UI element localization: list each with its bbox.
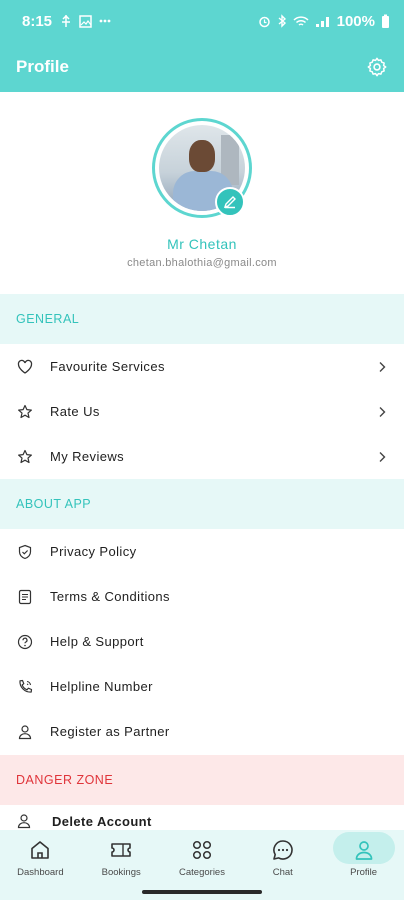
- section-about-header: ABOUT APP: [0, 479, 404, 529]
- menu-item-privacy-policy[interactable]: Privacy Policy: [0, 529, 404, 574]
- usb-icon: [62, 14, 71, 27]
- section-danger-header: DANGER ZONE: [0, 755, 404, 805]
- ticket-icon: [111, 843, 131, 857]
- chat-icon: [272, 840, 293, 860]
- menu-item-label: Rate Us: [50, 404, 100, 419]
- status-bar: 8:15 100%: [0, 0, 404, 42]
- bluetooth-icon: [278, 14, 286, 28]
- section-title: DANGER ZONE: [16, 773, 114, 787]
- section-title: GENERAL: [16, 312, 80, 326]
- chevron-right-icon: [379, 451, 386, 462]
- edit-avatar-button[interactable]: [215, 187, 245, 217]
- menu-item-label: Terms & Conditions: [50, 589, 170, 604]
- gesture-bar-area: [0, 886, 404, 900]
- user-icon: [18, 724, 32, 739]
- phone-icon: [19, 679, 33, 693]
- home-icon: [31, 841, 50, 859]
- menu-item-label: Helpline Number: [50, 679, 153, 694]
- page-title: Profile: [16, 57, 69, 76]
- user-name: Mr Chetan: [167, 236, 237, 252]
- menu-item-register-partner[interactable]: Register as Partner: [0, 709, 404, 754]
- menu-item-label: Register as Partner: [50, 724, 170, 739]
- user-email: chetan.bhalothia@gmail.com: [127, 257, 277, 269]
- chevron-right-icon: [379, 406, 386, 417]
- app-bar: Profile: [0, 42, 404, 92]
- nav-profile[interactable]: Profile: [323, 830, 404, 886]
- user-icon: [355, 841, 372, 860]
- star-icon: [18, 404, 32, 418]
- nav-label: Chat: [272, 867, 293, 878]
- nav-categories[interactable]: Categories: [162, 830, 243, 886]
- home-gesture-handle[interactable]: [142, 890, 262, 894]
- grid-icon: [192, 840, 212, 860]
- menu-item-delete-account[interactable]: Delete Account: [0, 805, 404, 830]
- menu-item-label: Delete Account: [52, 813, 152, 829]
- signal-icon: [315, 16, 329, 27]
- nav-label: Bookings: [101, 867, 141, 878]
- gear-icon[interactable]: [366, 56, 388, 78]
- nav-chat[interactable]: Chat: [242, 830, 323, 886]
- battery-percent: 100%: [336, 12, 375, 30]
- bottom-nav: Dashboard Bookings Categories Chat Profi…: [0, 830, 404, 886]
- image-icon: [79, 14, 92, 28]
- menu-item-label: Privacy Policy: [50, 544, 137, 559]
- document-icon: [18, 589, 32, 604]
- menu-item-label: Help & Support: [50, 634, 144, 649]
- nav-dashboard[interactable]: Dashboard: [0, 830, 81, 886]
- menu-item-terms-conditions[interactable]: Terms & Conditions: [0, 574, 404, 619]
- menu-item-favourite-services[interactable]: Favourite Services: [0, 344, 404, 389]
- menu-item-helpline-number[interactable]: Helpline Number: [0, 664, 404, 709]
- menu-item-label: Favourite Services: [50, 359, 165, 374]
- status-time: 8:15: [22, 12, 53, 30]
- star-icon: [18, 449, 32, 463]
- nav-label: Dashboard: [17, 867, 64, 878]
- heart-icon: [17, 359, 33, 374]
- menu-item-my-reviews[interactable]: My Reviews: [0, 434, 404, 479]
- user-icon: [17, 814, 31, 829]
- menu-item-rate-us[interactable]: Rate Us: [0, 389, 404, 434]
- wifi-icon: [293, 15, 309, 26]
- pencil-icon: [223, 196, 236, 209]
- dots-icon: [99, 19, 111, 23]
- nav-bookings[interactable]: Bookings: [81, 830, 162, 886]
- section-general-header: GENERAL: [0, 294, 404, 344]
- profile-header: Mr Chetan chetan.bhalothia@gmail.com: [0, 92, 404, 294]
- section-title: ABOUT APP: [16, 497, 92, 511]
- menu-item-help-support[interactable]: Help & Support: [0, 619, 404, 664]
- status-notification-icons: [60, 14, 111, 28]
- menu-item-label: My Reviews: [50, 449, 125, 464]
- chevron-right-icon: [379, 361, 386, 372]
- nav-label: Profile: [350, 867, 378, 878]
- shield-check-icon: [18, 544, 32, 559]
- nav-label: Categories: [179, 867, 225, 878]
- battery-icon: [382, 14, 389, 28]
- help-circle-icon: [17, 634, 33, 649]
- alarm-icon: [258, 16, 270, 27]
